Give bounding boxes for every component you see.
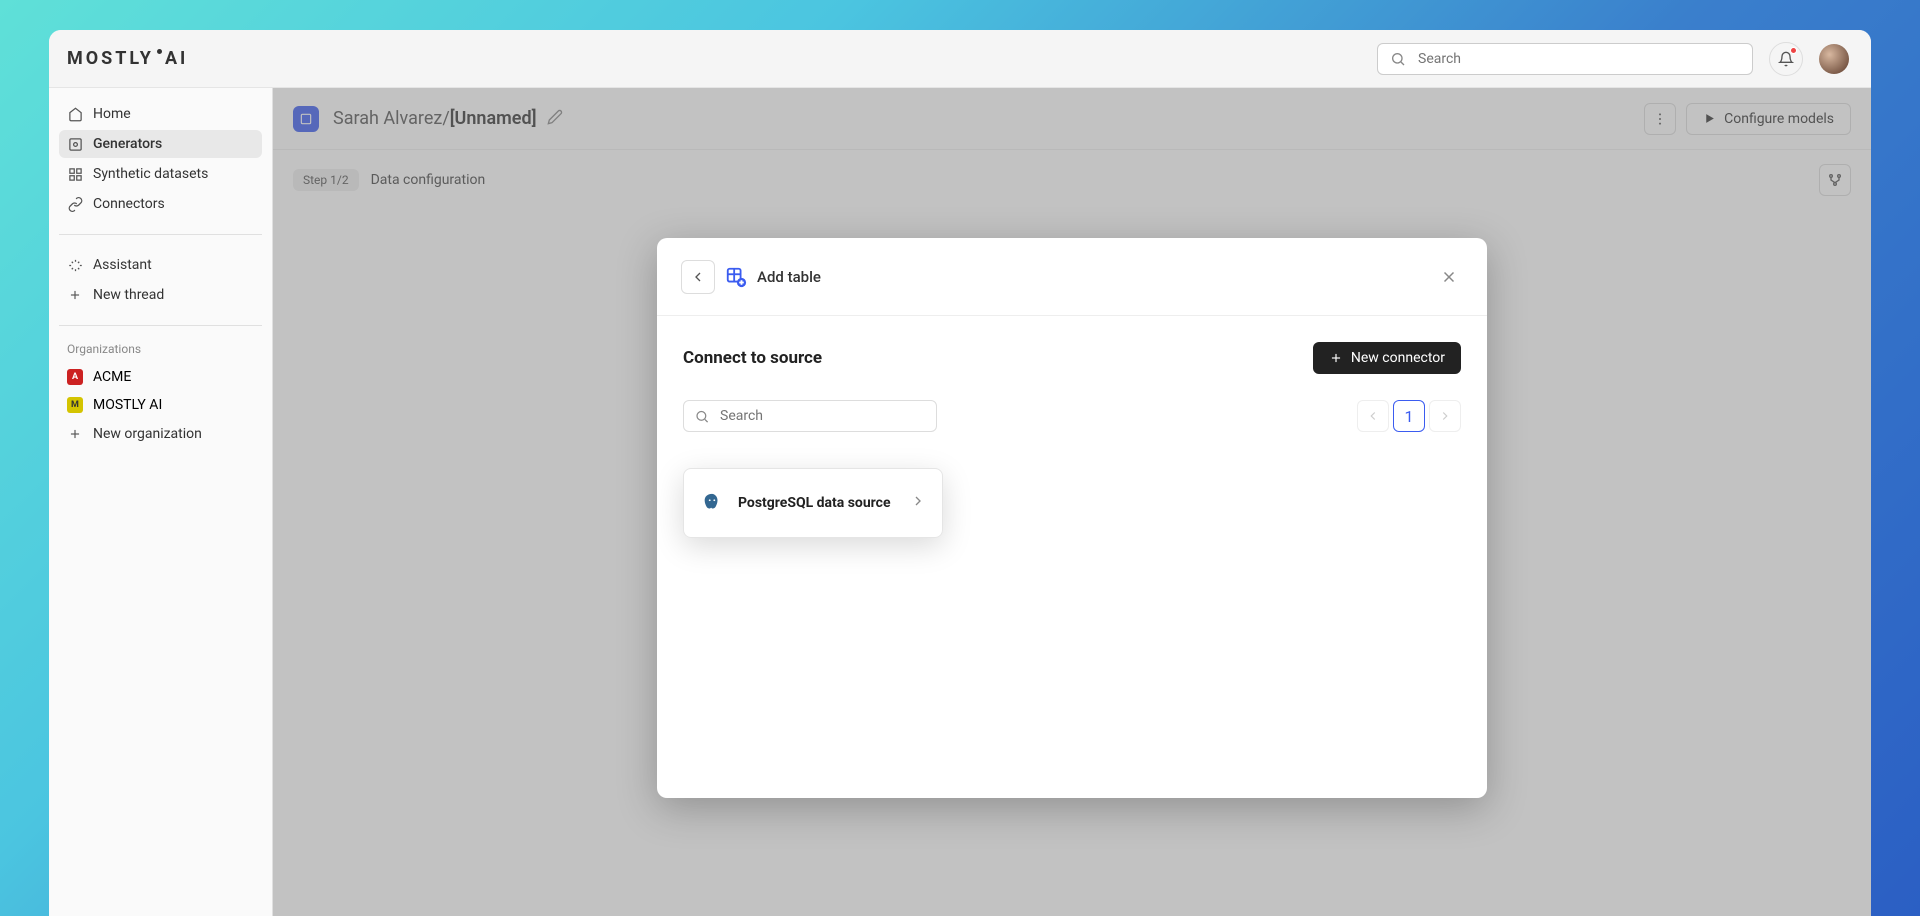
search-icon bbox=[1390, 51, 1406, 67]
global-search[interactable] bbox=[1377, 43, 1753, 75]
pager-page-number: 1 bbox=[1405, 407, 1414, 426]
divider bbox=[59, 325, 262, 326]
sidebar-item-generators[interactable]: Generators bbox=[59, 130, 262, 158]
org-label: ACME bbox=[93, 369, 131, 385]
modal-title: Add table bbox=[757, 268, 821, 286]
notification-dot-icon bbox=[1790, 47, 1797, 54]
topbar: MOSTLY AI bbox=[49, 30, 1871, 88]
connect-to-source-heading: Connect to source bbox=[683, 348, 822, 368]
sparkle-icon bbox=[67, 257, 83, 273]
org-badge-icon bbox=[67, 397, 83, 413]
plus-icon bbox=[67, 426, 83, 442]
app-window: MOSTLY AI Home Generators bbox=[49, 30, 1871, 916]
org-badge-icon bbox=[67, 369, 83, 385]
chevron-right-icon bbox=[910, 493, 926, 513]
connector-search[interactable] bbox=[683, 400, 937, 432]
chevron-left-icon bbox=[1366, 409, 1380, 423]
sidebar-item-synthetic-datasets[interactable]: Synthetic datasets bbox=[59, 160, 262, 188]
add-table-modal: Add table Connect to source New connecto… bbox=[657, 238, 1487, 798]
connectors-icon bbox=[67, 196, 83, 212]
sidebar-item-assistant[interactable]: Assistant bbox=[59, 251, 262, 279]
sidebar-item-label: Assistant bbox=[93, 257, 152, 273]
chevron-left-icon bbox=[690, 269, 706, 285]
logo: MOSTLY AI bbox=[67, 48, 188, 69]
pager-next-button[interactable] bbox=[1429, 400, 1461, 432]
sidebar-item-connectors[interactable]: Connectors bbox=[59, 190, 262, 218]
logo-text-2: AI bbox=[165, 48, 188, 69]
modal-back-button[interactable] bbox=[681, 260, 715, 294]
pager-prev-button[interactable] bbox=[1357, 400, 1389, 432]
new-connector-label: New connector bbox=[1351, 350, 1445, 366]
home-icon bbox=[67, 106, 83, 122]
logo-text: MOSTLY bbox=[67, 48, 154, 69]
sidebar-item-label: New organization bbox=[93, 426, 202, 442]
org-item-acme[interactable]: ACME bbox=[59, 364, 262, 390]
sidebar-item-label: Synthetic datasets bbox=[93, 166, 208, 182]
source-card-postgresql[interactable]: PostgreSQL data source bbox=[683, 468, 943, 538]
org-label: MOSTLY AI bbox=[93, 397, 162, 413]
plus-icon bbox=[1329, 351, 1343, 365]
logo-dot-icon bbox=[157, 49, 162, 54]
generators-icon bbox=[67, 136, 83, 152]
sidebar-item-label: Generators bbox=[93, 136, 162, 152]
source-card-name: PostgreSQL data source bbox=[738, 495, 910, 511]
modal-close-button[interactable] bbox=[1435, 263, 1463, 291]
pager: 1 bbox=[1357, 400, 1461, 432]
postgresql-icon bbox=[700, 491, 724, 515]
modal-body: Connect to source New connector bbox=[657, 316, 1487, 798]
orgs-heading: Organizations bbox=[59, 342, 262, 362]
sidebar-item-label: Home bbox=[93, 106, 131, 122]
modal-header: Add table bbox=[657, 238, 1487, 316]
sidebar-item-label: Connectors bbox=[93, 196, 165, 212]
connector-search-input[interactable] bbox=[720, 408, 926, 424]
pager-page-1[interactable]: 1 bbox=[1393, 400, 1425, 432]
sidebar-item-label: New thread bbox=[93, 287, 164, 303]
notifications-button[interactable] bbox=[1769, 42, 1803, 76]
new-connector-button[interactable]: New connector bbox=[1313, 342, 1461, 374]
plus-icon bbox=[67, 287, 83, 303]
datasets-icon bbox=[67, 166, 83, 182]
chevron-right-icon bbox=[1438, 409, 1452, 423]
search-icon bbox=[694, 409, 710, 424]
close-icon bbox=[1440, 268, 1458, 286]
sidebar-item-new-thread[interactable]: New thread bbox=[59, 281, 262, 309]
avatar[interactable] bbox=[1819, 44, 1849, 74]
org-item-mostly-ai[interactable]: MOSTLY AI bbox=[59, 392, 262, 418]
sidebar-item-new-organization[interactable]: New organization bbox=[59, 420, 262, 448]
sidebar-item-home[interactable]: Home bbox=[59, 100, 262, 128]
divider bbox=[59, 234, 262, 235]
global-search-input[interactable] bbox=[1418, 51, 1740, 67]
content-area: Sarah Alvarez/[Unnamed] Configure models bbox=[273, 88, 1871, 916]
sidebar: Home Generators Synthetic datasets Conne… bbox=[49, 88, 273, 916]
add-table-icon bbox=[725, 266, 747, 288]
